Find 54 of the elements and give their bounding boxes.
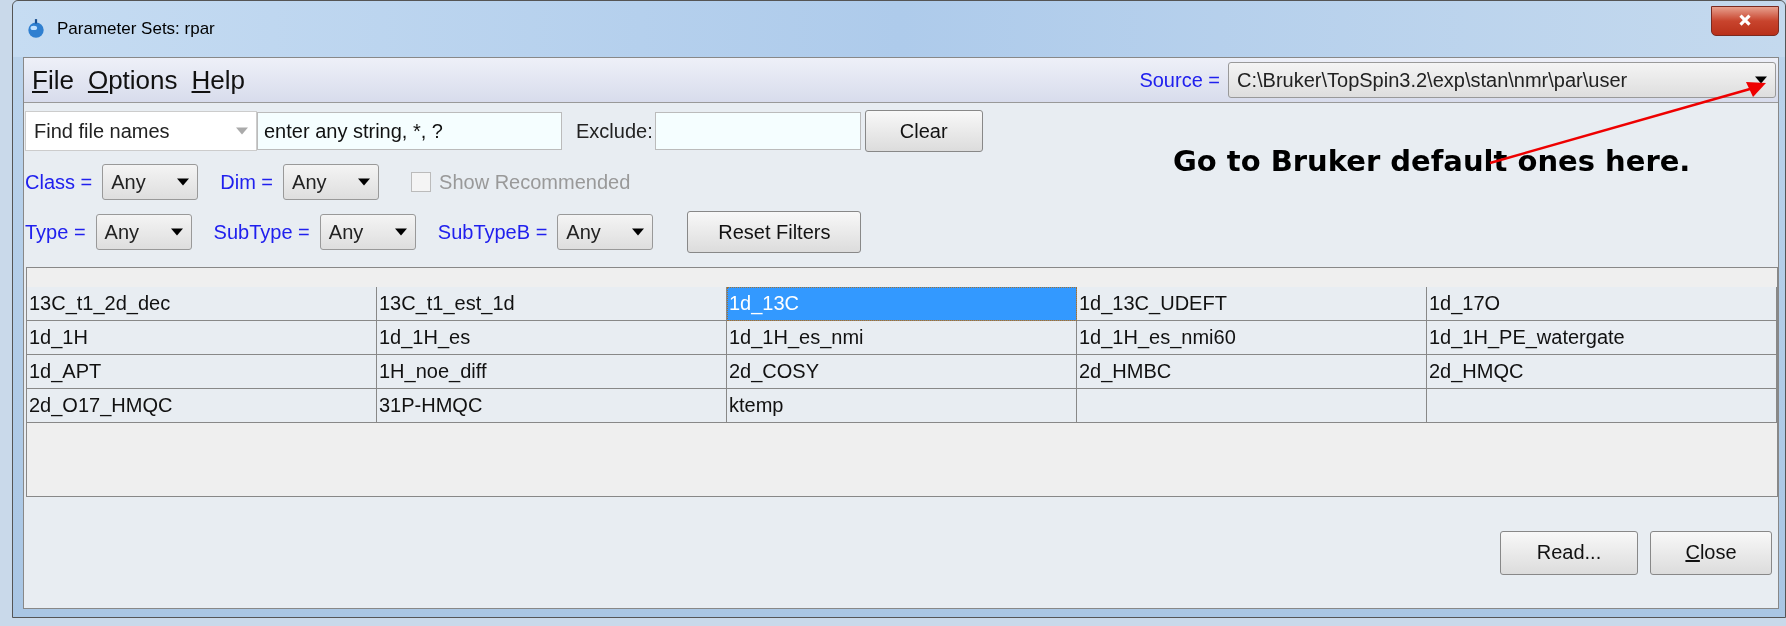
caret-icon xyxy=(170,228,183,236)
table-cell[interactable]: 1d_1H_es_nmi xyxy=(727,321,1077,355)
caret-icon xyxy=(236,127,248,135)
dialog-button[interactable]: Close xyxy=(1650,530,1772,575)
filter-label: SubType = xyxy=(213,220,310,244)
filter-dropdown[interactable]: Any xyxy=(319,214,416,250)
exclude-field[interactable] xyxy=(654,112,861,150)
table-cell[interactable]: 1d_APT xyxy=(27,355,377,389)
table-cell[interactable]: 1d_1H_es_nmi60 xyxy=(1077,321,1427,355)
table-cell[interactable]: 31P-HMQC xyxy=(377,389,727,423)
table-cell[interactable]: 13C_t1_est_1d xyxy=(377,287,727,321)
filter-label: SubTypeB = xyxy=(437,220,548,244)
caret-icon xyxy=(394,228,407,236)
table-cell[interactable]: 2d_COSY xyxy=(727,355,1077,389)
caret-icon xyxy=(177,178,190,186)
caret-icon xyxy=(358,178,371,186)
filter-label: Type = xyxy=(25,220,86,244)
filter-dropdown[interactable]: Any xyxy=(95,214,192,250)
reset-filters-button[interactable]: Reset Filters xyxy=(687,211,862,253)
table-cell[interactable]: 13C_t1_2d_dec xyxy=(27,287,377,321)
source-label: Source = xyxy=(1139,68,1220,92)
menu-item[interactable]: File xyxy=(32,64,74,96)
table-cell[interactable] xyxy=(1077,389,1427,423)
source-dropdown[interactable]: C:\Bruker\TopSpin3.2\exp\stan\nmr\par\user xyxy=(1228,62,1776,98)
table-cell[interactable] xyxy=(1427,389,1777,423)
table-cell[interactable]: ktemp xyxy=(727,389,1077,423)
filter-dropdown[interactable]: Any xyxy=(102,164,199,200)
close-icon[interactable] xyxy=(1711,6,1779,36)
table-cell[interactable]: 1H_noe_diff xyxy=(377,355,727,389)
app-icon xyxy=(25,18,47,40)
filter-dropdown[interactable]: Any xyxy=(557,214,654,250)
table-cell[interactable]: 1d_1H_PE_watergate xyxy=(1427,321,1777,355)
exclude-label: Exclude: xyxy=(576,119,653,143)
table-cell[interactable]: 2d_HMBC xyxy=(1077,355,1427,389)
search-mode-dropdown[interactable]: Find file names xyxy=(25,111,257,151)
caret-icon xyxy=(1755,76,1767,84)
search-field[interactable]: enter any string, *, ? xyxy=(257,112,562,150)
table-cell[interactable]: 2d_HMQC xyxy=(1427,355,1777,389)
dialog-button[interactable]: Read... xyxy=(1500,530,1638,575)
caret-icon xyxy=(632,228,645,236)
filter-label: Dim = xyxy=(220,170,274,194)
table-cell[interactable]: 2d_O17_HMQC xyxy=(27,389,377,423)
filter-dropdown[interactable]: Any xyxy=(283,164,380,200)
table-cell[interactable]: 1d_1H_es xyxy=(377,321,727,355)
clear-button[interactable]: Clear xyxy=(864,110,983,152)
annotation-text: Go to Bruker default ones here. xyxy=(1173,144,1691,178)
window-title: Parameter Sets: rpar xyxy=(57,19,215,39)
table-cell[interactable]: 1d_17O xyxy=(1427,287,1777,321)
menu-item[interactable]: Options xyxy=(87,64,178,96)
filter-label: Class = xyxy=(25,170,93,194)
table-cell[interactable]: 1d_13C_UDEFT xyxy=(1077,287,1427,321)
table-cell[interactable]: 1d_1H xyxy=(27,321,377,355)
menu-item[interactable]: Help xyxy=(191,64,245,96)
checkbox-label: Show Recommended xyxy=(439,170,631,194)
